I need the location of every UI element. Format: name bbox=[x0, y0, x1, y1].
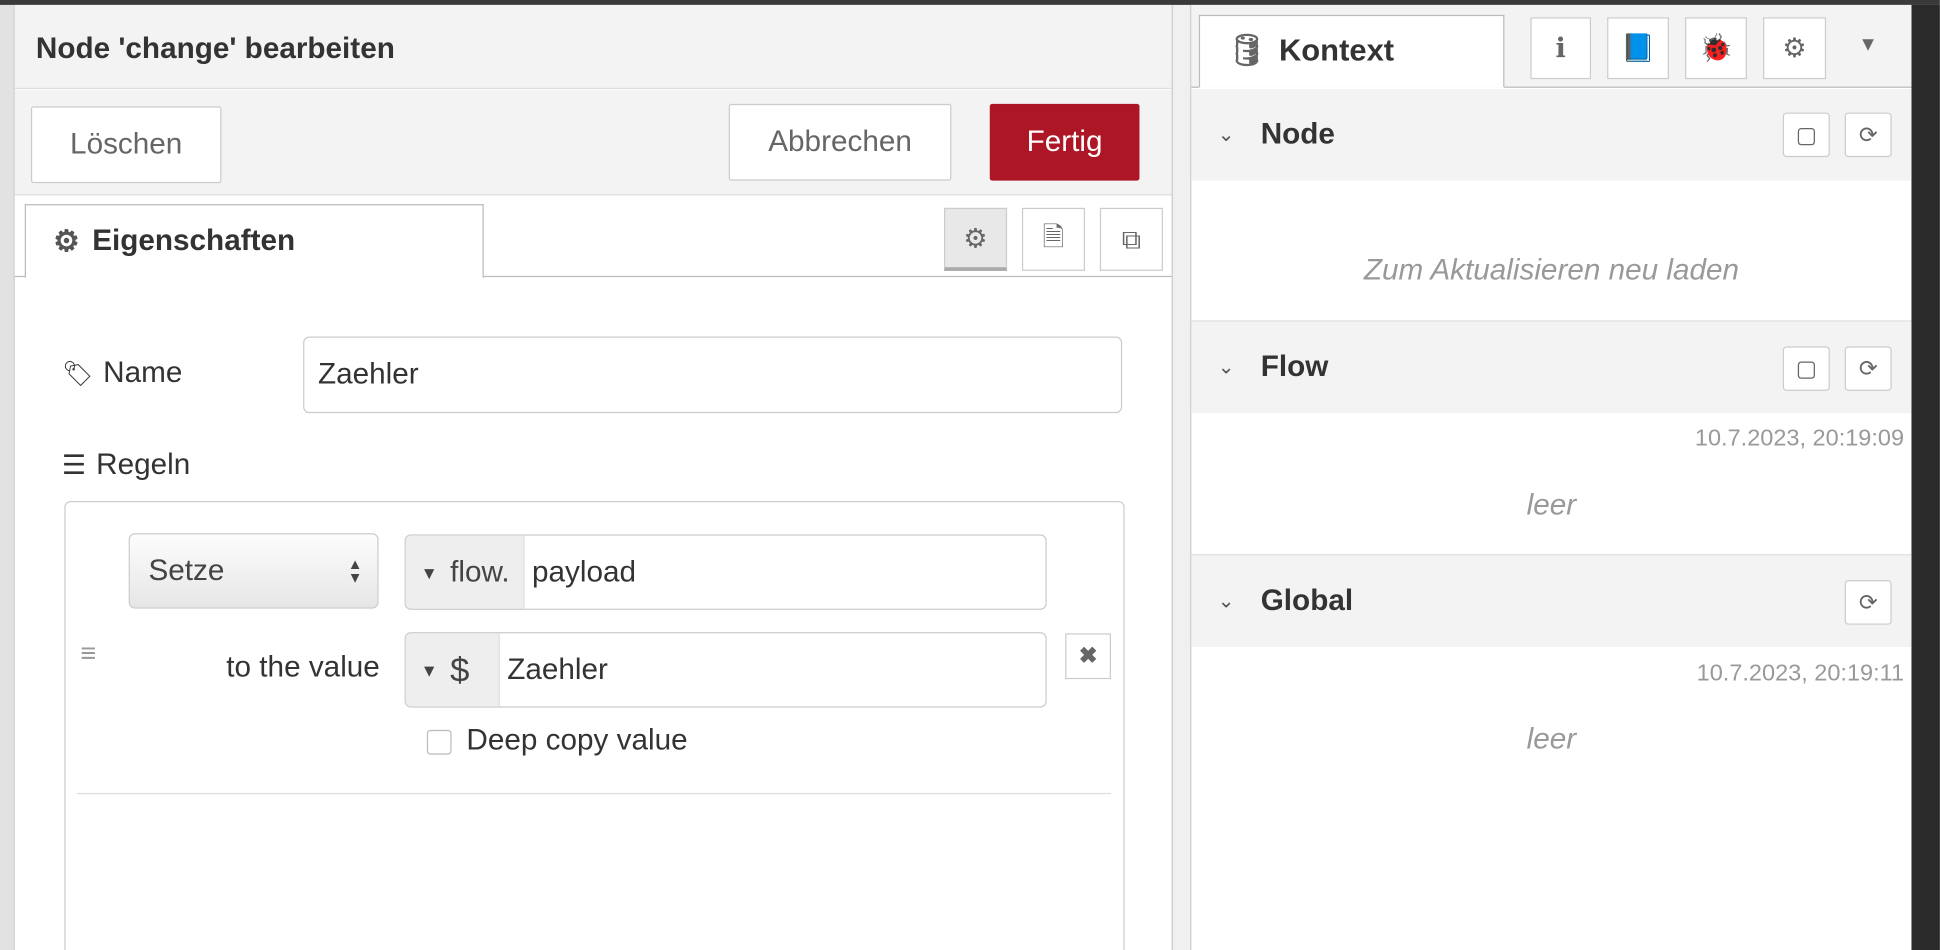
description-view-button[interactable]: 🗎 bbox=[1021, 207, 1086, 271]
flow-empty-message: leer bbox=[1526, 488, 1577, 523]
flow-timestamp: 10.7.2023, 20:19:09 bbox=[1694, 425, 1905, 452]
tag-icon: 🏷 bbox=[61, 360, 94, 388]
refresh-icon: ⟳ bbox=[1858, 121, 1878, 147]
to-value-label: to the value bbox=[226, 650, 380, 685]
rule-action-select[interactable]: Setze ▲ ▼ bbox=[128, 533, 379, 609]
rules-label-text: Regeln bbox=[96, 447, 191, 482]
section-title: Node bbox=[1260, 117, 1335, 151]
tab-context[interactable]: 🛢 Kontext bbox=[1198, 14, 1505, 88]
gear-icon: ⚙ bbox=[1782, 32, 1807, 64]
global-timestamp: 10.7.2023, 20:19:11 bbox=[1696, 660, 1905, 687]
name-label-text: Name bbox=[103, 356, 183, 390]
cancel-button[interactable]: Abbrechen bbox=[728, 103, 952, 181]
name-label: 🏷 Name bbox=[62, 356, 183, 391]
remove-rule-button[interactable]: ✖ bbox=[1065, 633, 1112, 680]
rule-action-value: Setze bbox=[148, 553, 225, 587]
rule-value: Zaehler bbox=[507, 652, 608, 686]
updown-icon: ▲ ▼ bbox=[347, 554, 363, 586]
gear-icon: ⚙ bbox=[963, 222, 988, 253]
appearance-view-button[interactable]: ⧉ bbox=[1099, 207, 1163, 271]
chevron-down-icon: ⌄ bbox=[1217, 357, 1235, 379]
properties-view-button[interactable]: ⚙ bbox=[943, 207, 1008, 271]
tab-menu-caret-icon[interactable]: ▼ bbox=[1858, 35, 1878, 57]
tray-title: Node 'change' bearbeiten bbox=[35, 32, 395, 66]
gear-icon: ⚙ bbox=[53, 224, 80, 258]
caret-down-icon: ▼ bbox=[420, 562, 438, 583]
database-icon: 🛢 bbox=[1227, 33, 1267, 69]
chevron-down-icon: ⌄ bbox=[1217, 591, 1235, 613]
name-value: Zaehler bbox=[317, 357, 419, 391]
list-icon: ☰ bbox=[61, 449, 87, 480]
square-icon: ▢ bbox=[1795, 355, 1817, 381]
workspace-edge bbox=[0, 4, 15, 950]
close-icon: ✖ bbox=[1078, 643, 1098, 668]
window-restore-icon: ⧉ bbox=[1121, 223, 1142, 255]
value-type-select[interactable]: ▼ $ bbox=[405, 633, 500, 707]
rule-value-input[interactable]: ▼ $ Zaehler bbox=[404, 632, 1047, 708]
chevron-down-icon: ⌄ bbox=[1217, 124, 1235, 146]
document-icon: 🗎 bbox=[1042, 220, 1065, 252]
target-value: payload bbox=[531, 554, 637, 589]
deep-copy-checkbox[interactable] bbox=[426, 729, 452, 755]
target-type-label: flow. bbox=[450, 554, 510, 589]
section-title: Flow bbox=[1260, 350, 1329, 384]
tab-properties[interactable]: ⚙ Eigenschaften bbox=[24, 204, 484, 279]
delete-button[interactable]: Löschen bbox=[30, 106, 222, 184]
done-button[interactable]: Fertig bbox=[989, 103, 1140, 181]
tab-config[interactable]: ⚙ bbox=[1763, 17, 1827, 80]
info-icon: i bbox=[1555, 32, 1566, 65]
sidebar-resize-handle[interactable] bbox=[1171, 4, 1192, 950]
name-input[interactable]: Zaehler bbox=[303, 336, 1123, 414]
section-title: Global bbox=[1260, 583, 1354, 618]
caret-down-icon: ▼ bbox=[420, 659, 438, 680]
refresh-button[interactable]: ⟳ bbox=[1844, 346, 1892, 391]
tab-context-label: Kontext bbox=[1278, 33, 1395, 69]
book-icon: 📘 bbox=[1621, 32, 1656, 64]
section-global-header[interactable]: ⌄ Global bbox=[1191, 555, 1912, 647]
deep-copy-label: Deep copy value bbox=[466, 723, 688, 758]
drag-handle-icon[interactable]: ≡ bbox=[80, 639, 108, 666]
tab-debug[interactable]: 🐞 bbox=[1685, 17, 1747, 80]
refresh-button[interactable]: ⟳ bbox=[1844, 112, 1892, 158]
rules-label: ☰ Regeln bbox=[62, 448, 190, 483]
refresh-icon: ⟳ bbox=[1858, 589, 1878, 615]
auto-refresh-toggle[interactable]: ▢ bbox=[1782, 346, 1830, 391]
divider bbox=[76, 792, 1112, 795]
tab-help[interactable]: 📘 bbox=[1607, 17, 1669, 80]
tab-label: Eigenschaften bbox=[92, 223, 296, 258]
global-empty-message: leer bbox=[1526, 722, 1577, 756]
tab-info[interactable]: i bbox=[1530, 17, 1592, 80]
target-type-select[interactable]: ▼ flow. bbox=[405, 535, 525, 609]
value-type-label: $ bbox=[450, 650, 470, 689]
refresh-icon: ⟳ bbox=[1858, 355, 1878, 381]
window-edge bbox=[1911, 4, 1940, 950]
square-icon: ▢ bbox=[1795, 121, 1817, 147]
rule-target-input[interactable]: ▼ flow. payload bbox=[404, 534, 1047, 610]
node-context-message: Zum Aktualisieren neu laden bbox=[1363, 253, 1740, 287]
refresh-button[interactable]: ⟳ bbox=[1844, 580, 1892, 625]
auto-refresh-toggle[interactable]: ▢ bbox=[1782, 112, 1830, 158]
bug-icon: 🐞 bbox=[1699, 32, 1733, 64]
